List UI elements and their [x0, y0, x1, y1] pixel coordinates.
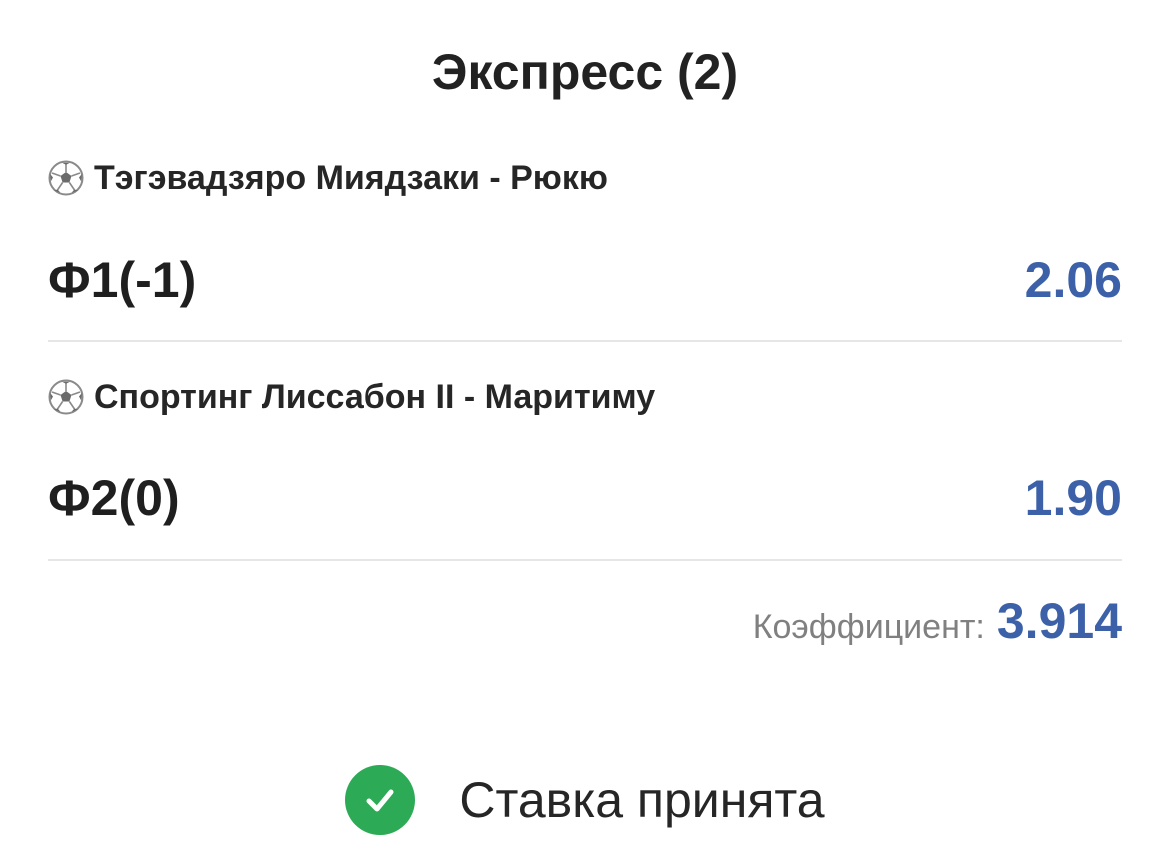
bet-outcome: Ф1(-1) [48, 252, 197, 308]
status-text: Ставка принята [459, 772, 825, 828]
bet-outcome: Ф2(0) [48, 470, 180, 526]
bet-odd: 2.06 [1024, 252, 1122, 308]
checkmark-icon [345, 765, 416, 835]
bet-row: Ф2(0) 1.90 [48, 466, 1122, 562]
total-coefficient: Коэффициент: 3.914 [753, 592, 1122, 656]
divider [48, 559, 1122, 561]
match-item: Тэгэвадзяро Миядзаки - Рюкю Ф1(-1) 2.06 [48, 156, 1122, 344]
match-header: Тэгэвадзяро Миядзаки - Рюкю [48, 156, 1122, 200]
total-label: Коэффициент: [752, 608, 985, 646]
match-header: Спортинг Лиссабон II - Маритиму [48, 375, 1122, 419]
total-value: 3.914 [996, 593, 1122, 649]
divider [48, 340, 1122, 342]
bet-odd: 1.90 [1024, 470, 1122, 526]
bet-status: Ставка принята [0, 760, 1170, 840]
soccer-ball-icon [48, 379, 84, 415]
soccer-ball-icon [48, 160, 84, 196]
match-item: Спортинг Лиссабон II - Маритиму Ф2(0) 1.… [48, 375, 1122, 562]
bet-row: Ф1(-1) 2.06 [48, 248, 1122, 344]
match-teams: Спортинг Лиссабон II - Маритиму [94, 377, 656, 416]
match-teams: Тэгэвадзяро Миядзаки - Рюкю [94, 158, 608, 197]
page-title: Экспресс (2) [431, 44, 739, 100]
